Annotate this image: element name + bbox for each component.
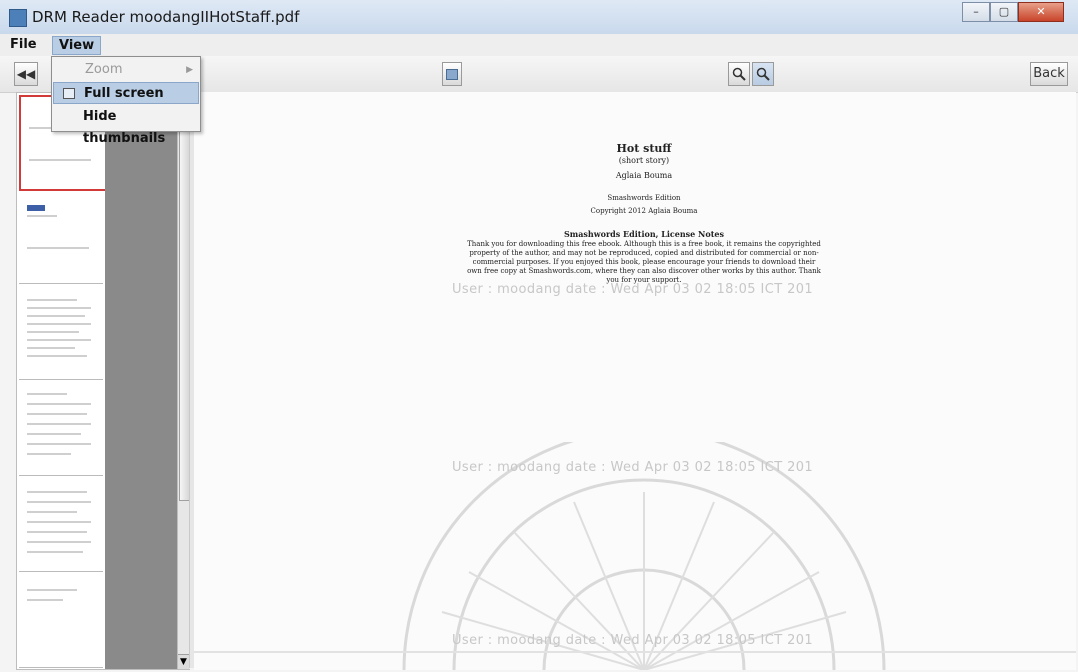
scroll-down-arrow-icon[interactable]: ▼ [178, 654, 189, 669]
menu-bar: File View [0, 34, 1078, 57]
single-page-view-button[interactable] [442, 62, 462, 86]
previous-page-button[interactable]: ◀◀ [14, 62, 38, 86]
magnifier-plus-icon [756, 67, 770, 81]
window-controls: – ▢ ✕ [962, 2, 1064, 22]
document-view[interactable]: Hot stuff (short story) Aglaia Bouma Sma… [194, 92, 1076, 670]
title-bar: DRM Reader moodangIIHotStaff.pdf – ▢ ✕ [0, 0, 1078, 35]
submenu-arrow-icon: ▶ [186, 65, 193, 75]
license-notes-title: Smashwords Edition, License Notes [563, 229, 724, 239]
full-screen-menu-item[interactable]: Full screen [53, 82, 199, 104]
pdf-page: Hot stuff (short story) Aglaia Bouma Sma… [444, 142, 844, 285]
document-title: Hot stuff [616, 142, 672, 155]
document-copyright: Copyright 2012 Aglaia Bouma [590, 207, 698, 215]
full-screen-label: Full screen [84, 86, 164, 101]
page-thumbnail-6[interactable] [19, 575, 103, 668]
zoom-label: Zoom [85, 62, 123, 77]
document-edition: Smashwords Edition [607, 194, 681, 202]
page-icon [446, 69, 458, 80]
file-menu[interactable]: File [4, 36, 43, 53]
thumbnail-list[interactable] [17, 93, 107, 669]
zoom-menu-item[interactable]: Zoom ▶ [53, 59, 199, 81]
app-icon [9, 9, 27, 27]
full-screen-icon [63, 88, 75, 99]
view-menu[interactable]: View [52, 36, 102, 55]
page-thumbnail-5[interactable] [19, 479, 103, 572]
page-thumbnail-4[interactable] [19, 383, 103, 476]
thumbnail-panel: ▼ [16, 92, 190, 670]
back-button[interactable]: Back [1030, 62, 1068, 86]
page-thumbnail-3[interactable] [19, 287, 103, 380]
magnifier-minus-icon [732, 67, 746, 81]
document-author: Aglaia Bouma [615, 171, 673, 180]
user-watermark: User : moodang date : Wed Apr 03 02 18:0… [452, 460, 814, 475]
hide-thumbnails-label: Hide thumbnails [83, 109, 166, 146]
document-subtitle: (short story) [618, 156, 670, 165]
page-thumbnail-2[interactable] [19, 191, 103, 284]
thumbnail-background [105, 93, 177, 669]
zoom-in-button[interactable] [752, 62, 774, 86]
hide-thumbnails-menu-item[interactable]: Hide thumbnails [53, 106, 199, 146]
zoom-out-button[interactable] [728, 62, 750, 86]
view-menu-dropdown: Zoom ▶ Full screen Hide thumbnails [51, 56, 201, 146]
minimize-button[interactable]: – [962, 2, 990, 22]
license-notes-text: Thank you for downloading this free eboo… [467, 240, 821, 284]
user-watermark: User : moodang date : Wed Apr 03 02 18:0… [452, 633, 814, 648]
close-button[interactable]: ✕ [1018, 2, 1064, 22]
window-title: DRM Reader moodangIIHotStaff.pdf [32, 8, 300, 26]
user-watermark: User : moodang date : Wed Apr 03 02 18:0… [452, 282, 814, 297]
maximize-button[interactable]: ▢ [990, 2, 1018, 22]
